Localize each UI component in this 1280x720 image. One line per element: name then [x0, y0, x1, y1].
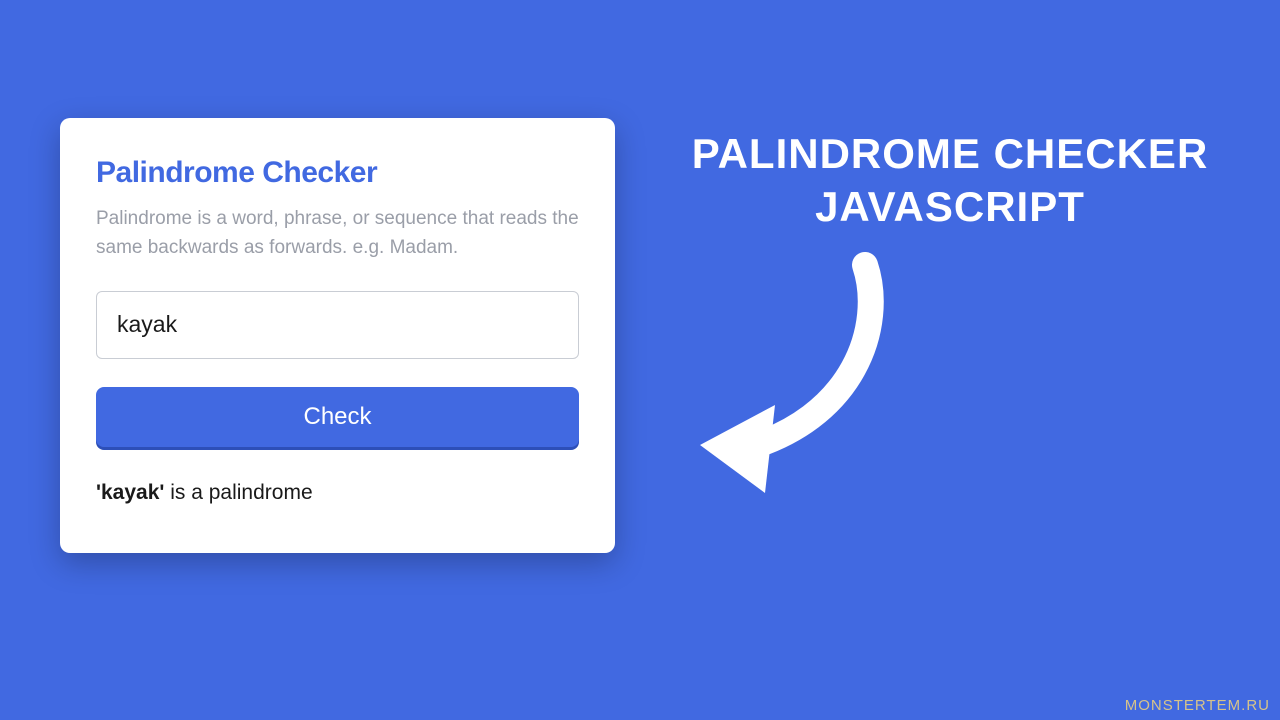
watermark: MONSTERTEM.RU	[1125, 697, 1270, 714]
result-word: 'kayak'	[96, 481, 164, 504]
headline-line-1: PALINDROME CHECKER	[660, 128, 1240, 181]
arrow-icon	[640, 245, 920, 505]
palindrome-input[interactable]	[96, 291, 579, 359]
card-description: Palindrome is a word, phrase, or sequenc…	[96, 204, 579, 263]
check-button[interactable]: Check	[96, 387, 579, 447]
result-text: 'kayak' is a palindrome	[96, 481, 579, 505]
palindrome-card: Palindrome Checker Palindrome is a word,…	[60, 118, 615, 553]
result-suffix: is a palindrome	[164, 481, 312, 504]
card-title: Palindrome Checker	[96, 156, 579, 190]
headline: PALINDROME CHECKER JAVASCRIPT	[660, 128, 1240, 233]
headline-line-2: JAVASCRIPT	[660, 181, 1240, 234]
